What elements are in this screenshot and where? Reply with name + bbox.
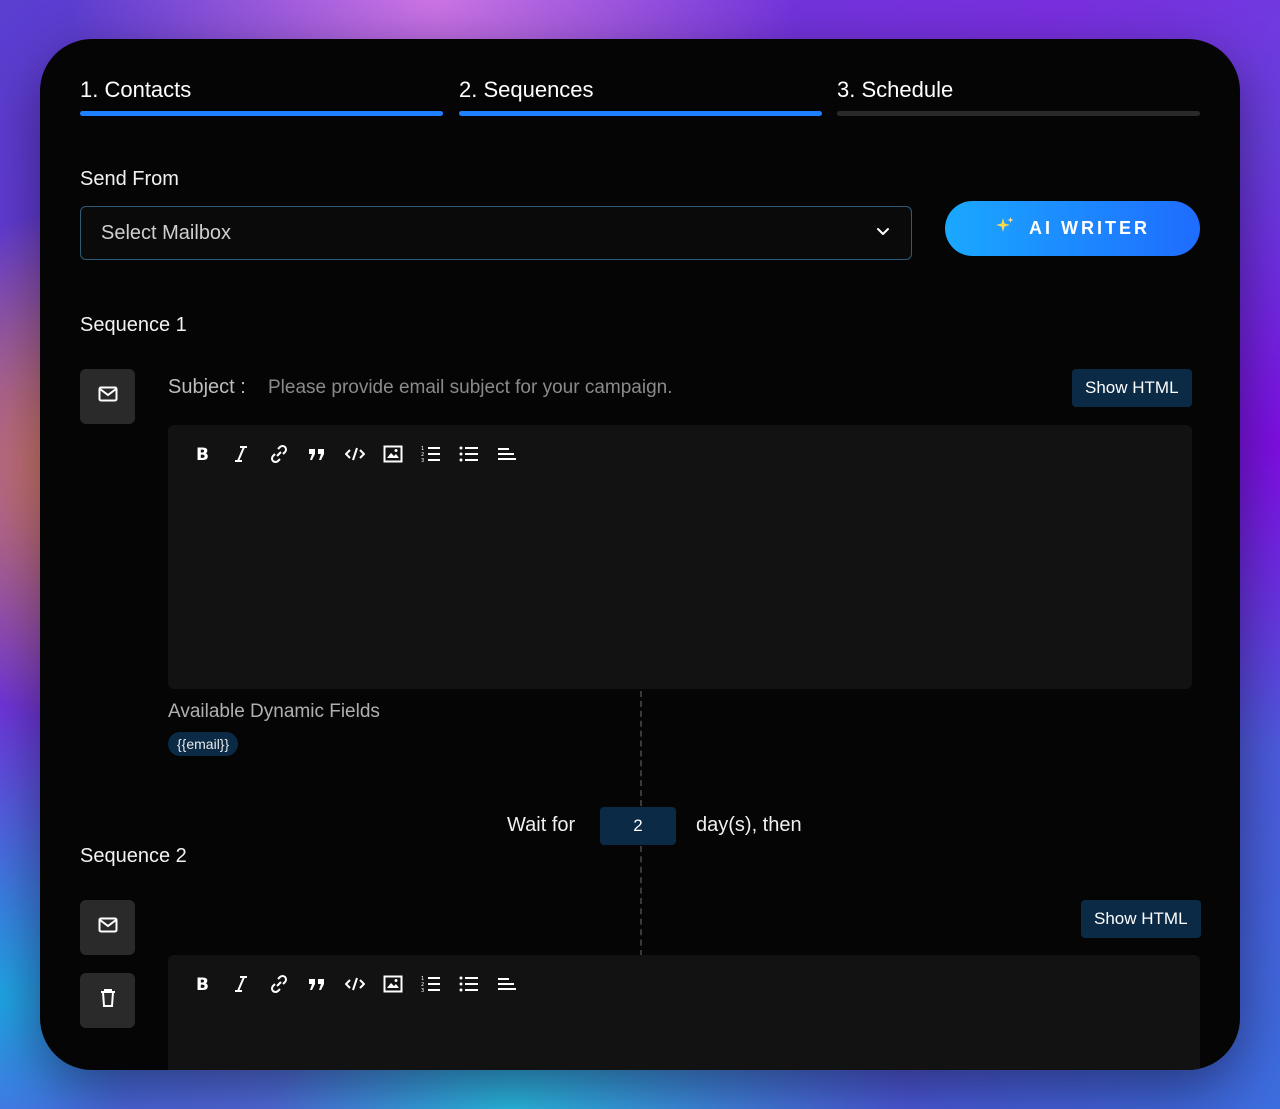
sequence-2-toolbar: B 123 xyxy=(168,955,1200,1013)
subject-input[interactable]: Please provide email subject for your ca… xyxy=(268,377,1048,399)
svg-text:3: 3 xyxy=(421,988,424,993)
ai-writer-button[interactable]: AI WRITER xyxy=(945,201,1200,256)
code-icon[interactable] xyxy=(336,969,374,999)
bullet-list-icon[interactable] xyxy=(450,969,488,999)
mail-icon xyxy=(98,386,118,407)
sequence-1-email-button[interactable] xyxy=(80,369,135,424)
tab-schedule-progress xyxy=(837,111,1200,116)
sequence-2-editor[interactable]: B 123 xyxy=(168,955,1200,1070)
sequence-connector-bottom xyxy=(640,846,642,956)
send-from-label: Send From xyxy=(80,168,179,190)
quote-icon[interactable] xyxy=(298,969,336,999)
tab-sequences[interactable]: 2. Sequences xyxy=(459,77,594,103)
tab-schedule[interactable]: 3. Schedule xyxy=(837,77,953,103)
sparkles-icon xyxy=(995,216,1015,241)
bold-icon[interactable]: B xyxy=(184,439,222,469)
quote-icon[interactable] xyxy=(298,439,336,469)
sequence-connector-top xyxy=(640,691,642,806)
sequence-2-delete-button[interactable] xyxy=(80,973,135,1028)
sequence-1-show-html-button[interactable]: Show HTML xyxy=(1072,369,1192,407)
campaign-panel: 1. Contacts 2. Sequences 3. Schedule Sen… xyxy=(40,39,1240,1070)
image-icon[interactable] xyxy=(374,969,412,999)
svg-text:B: B xyxy=(196,445,209,463)
mail-icon xyxy=(98,917,118,938)
dynamic-field-chip[interactable]: {{email}} xyxy=(168,732,239,756)
ordered-list-icon[interactable]: 123 xyxy=(412,439,450,469)
sequence-2-title: Sequence 2 xyxy=(80,845,187,867)
image-icon[interactable] xyxy=(374,439,412,469)
bold-icon[interactable]: B xyxy=(184,969,222,999)
align-left-icon[interactable] xyxy=(488,969,526,999)
tab-contacts[interactable]: 1. Contacts xyxy=(80,77,191,103)
align-left-icon[interactable] xyxy=(488,439,526,469)
svg-text:3: 3 xyxy=(421,458,424,463)
tab-contacts-progress xyxy=(80,111,443,116)
tab-sequences-progress xyxy=(459,111,822,116)
trash-icon xyxy=(100,988,116,1013)
code-icon[interactable] xyxy=(336,439,374,469)
italic-icon[interactable] xyxy=(222,969,260,999)
link-icon[interactable] xyxy=(260,439,298,469)
italic-icon[interactable] xyxy=(222,439,260,469)
ordered-list-icon[interactable]: 123 xyxy=(412,969,450,999)
wait-prefix: Wait for xyxy=(507,814,576,836)
sequence-2-email-button[interactable] xyxy=(80,900,135,955)
sequence-1-editor[interactable]: B 123 xyxy=(168,425,1192,689)
svg-text:B: B xyxy=(196,975,209,993)
ai-writer-label: AI WRITER xyxy=(1029,218,1150,238)
bullet-list-icon[interactable] xyxy=(450,439,488,469)
sequence-2-show-html-button[interactable]: Show HTML xyxy=(1081,900,1201,938)
dynamic-fields-title: Available Dynamic Fields xyxy=(168,701,380,722)
chevron-down-icon xyxy=(875,222,891,245)
link-icon[interactable] xyxy=(260,969,298,999)
wait-suffix: day(s), then xyxy=(696,814,802,836)
sequence-1-toolbar: B 123 xyxy=(168,425,1192,483)
sequence-1-title: Sequence 1 xyxy=(80,314,187,336)
mailbox-select[interactable]: Select Mailbox xyxy=(80,206,912,260)
wait-days-input[interactable]: 2 xyxy=(600,807,676,845)
mailbox-select-value: Select Mailbox xyxy=(101,221,232,244)
subject-label: Subject : xyxy=(168,376,246,398)
